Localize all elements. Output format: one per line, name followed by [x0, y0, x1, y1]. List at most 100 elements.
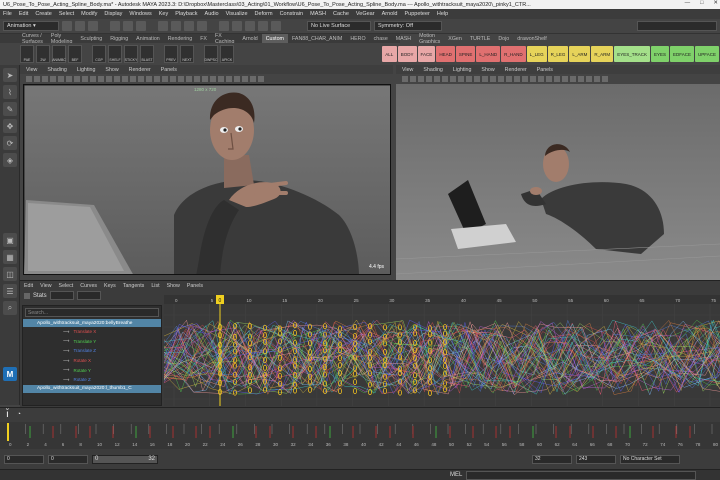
search-field[interactable]: [637, 21, 717, 31]
graph-menu-list[interactable]: List: [151, 283, 159, 289]
shelf-icon-dwpsc[interactable]: DWPSC: [204, 45, 218, 63]
new-scene-icon[interactable]: [62, 21, 72, 31]
shelf-icon-next[interactable]: NEXT: [180, 45, 194, 63]
playback-end-field[interactable]: 32: [532, 454, 572, 464]
keyframe[interactable]: [307, 378, 312, 385]
keyframe[interactable]: [337, 388, 342, 395]
keyframe[interactable]: [263, 364, 268, 371]
menu-item-modify[interactable]: Modify: [81, 11, 97, 17]
viewport-menu-view[interactable]: View: [402, 67, 413, 73]
shelf-tab-hero[interactable]: HERO: [346, 34, 369, 43]
snap-grid-icon[interactable]: [158, 21, 168, 31]
single-pane-layout-icon[interactable]: ▣: [3, 233, 17, 247]
shelf-icon-apick[interactable]: APICK: [220, 45, 234, 63]
open-scene-icon[interactable]: [75, 21, 85, 31]
menu-item-select[interactable]: Select: [59, 11, 74, 17]
shelf-tab-turtle[interactable]: TURTLE: [466, 34, 495, 43]
command-input[interactable]: [466, 470, 697, 480]
menu-item-arnold[interactable]: Arnold: [382, 11, 398, 17]
viewport-menu-shading[interactable]: Shading: [423, 67, 442, 73]
shelf-tab-curves-surfaces[interactable]: Curves / Surfaces: [18, 33, 47, 45]
camera-view[interactable]: 1280 x 720 4.4 fps: [23, 84, 391, 275]
menu-item-create[interactable]: Create: [35, 11, 52, 17]
playback-start-field[interactable]: 0: [48, 454, 88, 464]
graph-layout-icon[interactable]: ⌕: [3, 301, 17, 315]
graph-menu-panels[interactable]: Panels: [187, 283, 203, 289]
lasso-tool-icon[interactable]: ⌇: [3, 85, 17, 99]
shelf-tab-drawonshelf[interactable]: drawonShelf: [513, 34, 550, 43]
graph-menu-keys[interactable]: Keys: [104, 283, 116, 289]
select-r-hand-button[interactable]: R_HAND: [501, 46, 526, 62]
viewport-menu-panels[interactable]: Panels: [537, 67, 553, 73]
select-body-button[interactable]: BODY: [397, 46, 417, 62]
select-tool-icon[interactable]: ➤: [3, 68, 17, 82]
select-head-button[interactable]: HEAD: [436, 46, 455, 62]
history-icon[interactable]: [219, 21, 229, 31]
viewport-menu-renderer[interactable]: Renderer: [129, 67, 151, 73]
shelf-tab-rigging[interactable]: Rigging: [106, 34, 132, 43]
shelf-tab-mash[interactable]: MASH: [392, 34, 415, 43]
shelf-tab-chase[interactable]: chase: [370, 34, 392, 43]
keyframe[interactable]: [352, 370, 357, 377]
curve-view[interactable]: 0 5 10 15 20 25 30 35 40 45 50 55 60 65 70 75 0: [164, 295, 720, 406]
time-slider[interactable]: ı̆ ◔ 0 2 4 6 8 10 12 14 16 18 20 22 24 26 28 30 32 34 36 38…: [0, 407, 720, 450]
menu-item-puppeteer[interactable]: Puppeteer: [404, 11, 429, 17]
keyframe[interactable]: [248, 387, 253, 394]
viewport-menu-lighting[interactable]: Lighting: [453, 67, 472, 73]
outliner-search-input[interactable]: Search...: [25, 308, 159, 317]
keyframe[interactable]: [307, 386, 312, 393]
outliner-node[interactable]: Apollo_withtracksuit_maya2020:l_thumb1_C: [23, 384, 161, 393]
shelf-tab-custom[interactable]: Custom: [261, 34, 288, 43]
render-icon[interactable]: [232, 21, 242, 31]
outliner-channel[interactable]: ⟶ Rotate Z: [23, 375, 161, 385]
keyframe[interactable]: [382, 324, 387, 331]
menu-item-help[interactable]: Help: [437, 11, 448, 17]
graph-menu-tangents[interactable]: Tangents: [123, 283, 145, 289]
viewport-menu-view[interactable]: View: [26, 67, 37, 73]
character-set-dropdown[interactable]: No Character Set: [620, 454, 680, 464]
select-spine-button[interactable]: SPINE: [455, 46, 476, 62]
select-eyes-button[interactable]: EYES: [650, 46, 669, 62]
viewport-menu-show[interactable]: Show: [481, 67, 494, 73]
select-component-icon[interactable]: [136, 21, 146, 31]
shelf-icon-shelf[interactable]: SHELF: [108, 45, 122, 63]
menu-item-deform[interactable]: Deform: [255, 11, 273, 17]
keyframe[interactable]: [412, 372, 417, 379]
graph-menu-edit[interactable]: Edit: [24, 283, 33, 289]
minimize-button[interactable]: —: [685, 0, 691, 6]
keyframe[interactable]: [337, 355, 342, 362]
graph-menu-select[interactable]: Select: [59, 283, 74, 289]
keyframe[interactable]: [352, 378, 357, 385]
menu-item-constrain[interactable]: Constrain: [280, 11, 304, 17]
shelf-tab-dojo[interactable]: Dojo: [494, 34, 513, 43]
clock-icon[interactable]: ◔: [17, 411, 21, 418]
shelf-tab-fan88-char-anim[interactable]: FAN88_CHAR_ANIM: [288, 34, 346, 43]
two-pane-layout-icon[interactable]: ◫: [3, 267, 17, 281]
hypershade-icon[interactable]: [271, 21, 281, 31]
maximize-button[interactable]: □: [700, 0, 703, 6]
viewport-menu-shading[interactable]: Shading: [47, 67, 66, 73]
viewport-menu-renderer[interactable]: Renderer: [505, 67, 527, 73]
select-r-leg-button[interactable]: R_LEG: [547, 46, 569, 62]
shelf-icon-cgp[interactable]: CGP: [92, 45, 106, 63]
shelf-icon-sticky[interactable]: STICKY: [124, 45, 138, 63]
menu-item-display[interactable]: Display: [104, 11, 122, 17]
select-upface-button[interactable]: UPFACE: [694, 46, 719, 62]
menu-item-file[interactable]: File: [3, 11, 12, 17]
keyframe[interactable]: [263, 386, 268, 393]
graph-menu-view[interactable]: View: [40, 283, 51, 289]
keyframe[interactable]: [352, 388, 357, 395]
snap-point-icon[interactable]: [184, 21, 194, 31]
shelf-icon-bef[interactable]: BEF: [68, 45, 82, 63]
shelf-tab-arnold[interactable]: Arnold: [238, 34, 261, 43]
rotate-tool-icon[interactable]: ⟳: [3, 136, 17, 150]
menu-item-windows[interactable]: Windows: [129, 11, 151, 17]
shelf-tab-fx[interactable]: FX: [196, 34, 211, 43]
menu-item-mash[interactable]: MASH: [310, 11, 326, 17]
scene-start-field[interactable]: 0: [4, 454, 44, 464]
shelf-icon-2w[interactable]: 2W: [36, 45, 50, 63]
time-ruler[interactable]: 0 2 4 6 8 10 12 14 16 18 20 22 24 26 28 30 32 34 36 38 40 42 4…: [0, 420, 720, 450]
keyframe[interactable]: [382, 387, 387, 394]
workspace-dropdown[interactable]: Animation ▾: [3, 21, 59, 31]
select-l-leg-button[interactable]: L_LEG: [526, 46, 547, 62]
